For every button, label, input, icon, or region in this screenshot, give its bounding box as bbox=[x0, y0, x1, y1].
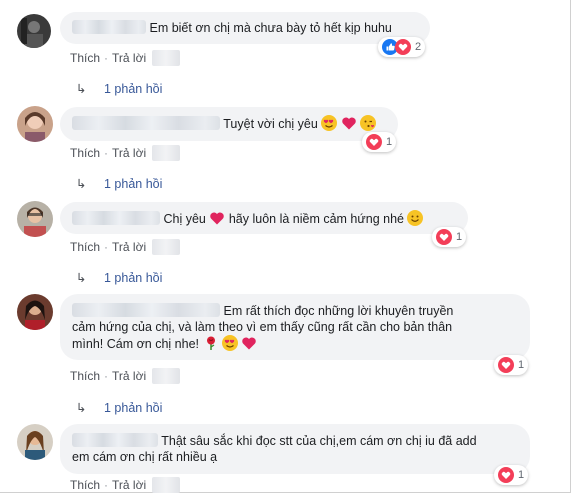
separator: · bbox=[104, 240, 109, 254]
reaction-summary[interactable]: 2 bbox=[378, 37, 426, 57]
reply-arrow-icon: ↳ bbox=[76, 401, 87, 415]
comment-bubble: Chị yêu hãy luôn là niềm cảm hứng nhé bbox=[60, 202, 468, 234]
reply-link[interactable]: Trả lời bbox=[112, 478, 146, 492]
reaction-summary[interactable]: 1 bbox=[362, 132, 397, 152]
comment-bubble: Em biết ơn chị mà chưa bày tỏ hết kịp hu… bbox=[60, 12, 430, 44]
comment-text-part-1: Chị yêu bbox=[163, 212, 206, 226]
comment-text: Tuyệt vời chị yêu bbox=[223, 117, 318, 131]
like-link[interactable]: Thích bbox=[70, 369, 100, 383]
comment-text-line-2: em cám ơn chị rất nhiều ạ bbox=[72, 450, 218, 464]
reply-link[interactable]: Trả lời bbox=[112, 369, 146, 383]
reply-arrow-icon: ↳ bbox=[76, 177, 87, 191]
separator: · bbox=[104, 369, 109, 383]
redacted-name[interactable] bbox=[72, 116, 220, 130]
separator: · bbox=[104, 146, 109, 160]
reply-link[interactable]: Trả lời bbox=[112, 240, 146, 254]
redacted-timestamp[interactable] bbox=[152, 50, 181, 66]
love-reaction-icon bbox=[395, 39, 411, 55]
heart-eyes-emoji-icon bbox=[321, 115, 338, 131]
comment-text-line-2: cảm hứng của chị, và làm theo vì em thấy… bbox=[72, 320, 453, 334]
love-reaction-icon bbox=[366, 134, 382, 150]
heart-eyes-emoji-icon bbox=[221, 335, 238, 351]
avatar[interactable] bbox=[17, 14, 51, 48]
comment-bubble: Tuyệt vời chị yêu bbox=[60, 107, 398, 141]
redacted-name[interactable] bbox=[72, 211, 160, 225]
comment-actions: Thích · Trả lời bbox=[70, 145, 181, 161]
redacted-timestamp[interactable] bbox=[152, 477, 181, 493]
comment-text-line-1: Thật sâu sắc khi đọc stt của chị,em cám … bbox=[161, 434, 477, 448]
redacted-name[interactable] bbox=[72, 303, 220, 317]
redacted-name[interactable] bbox=[72, 433, 158, 447]
comment-text-line-3: mình! Cám ơn chị nhe! bbox=[72, 337, 200, 351]
reaction-count: 2 bbox=[415, 41, 422, 53]
comment-line: mình! Cám ơn chị nhe! bbox=[72, 335, 518, 352]
comment-line: Em rất thích đọc những lời khuyên truyền bbox=[72, 303, 518, 319]
comment-actions: Thích · Trả lời bbox=[70, 239, 181, 255]
reaction-summary[interactable]: 1 bbox=[432, 227, 467, 247]
smiling-face-emoji-icon bbox=[407, 210, 424, 226]
avatar[interactable] bbox=[17, 201, 53, 237]
reaction-count: 1 bbox=[386, 136, 393, 148]
view-replies-link[interactable]: ↳ 1 phản hồi bbox=[76, 176, 162, 191]
separator: · bbox=[104, 51, 109, 65]
redacted-timestamp[interactable] bbox=[152, 239, 181, 255]
redacted-timestamp[interactable] bbox=[152, 368, 181, 384]
comment-text: Em biết ơn chị mà chưa bày tỏ hết kịp hu… bbox=[149, 21, 392, 35]
reaction-count: 1 bbox=[518, 469, 525, 481]
comment-text-part-2: hãy luôn là niềm cảm hứng nhé bbox=[228, 212, 404, 226]
love-reaction-icon bbox=[436, 229, 452, 245]
comment-bubble: Em rất thích đọc những lời khuyên truyền… bbox=[60, 294, 530, 360]
like-link[interactable]: Thích bbox=[70, 51, 100, 65]
reply-count: 1 phản hồi bbox=[104, 401, 163, 415]
separator: · bbox=[104, 478, 109, 492]
reply-arrow-icon: ↳ bbox=[76, 82, 87, 96]
comment-actions: Thích · Trả lời bbox=[70, 477, 181, 493]
reaction-count: 1 bbox=[518, 359, 525, 371]
red-heart-emoji-icon bbox=[342, 117, 356, 130]
love-reaction-icon bbox=[498, 467, 514, 483]
comment-actions: Thích · Trả lời bbox=[70, 50, 181, 66]
reply-count: 1 phản hồi bbox=[104, 271, 163, 285]
avatar[interactable] bbox=[17, 294, 53, 330]
view-replies-link[interactable]: ↳ 1 phản hồi bbox=[76, 81, 162, 96]
reaction-summary[interactable]: 1 bbox=[494, 465, 529, 485]
like-link[interactable]: Thích bbox=[70, 478, 100, 492]
avatar[interactable] bbox=[17, 424, 53, 460]
reply-count: 1 phản hồi bbox=[104, 82, 163, 96]
reaction-count: 1 bbox=[456, 231, 463, 243]
redacted-name[interactable] bbox=[72, 20, 146, 34]
kissing-face-emoji-icon bbox=[360, 115, 377, 131]
reaction-summary[interactable]: 1 bbox=[494, 355, 529, 375]
avatar[interactable] bbox=[17, 106, 53, 142]
like-link[interactable]: Thích bbox=[70, 146, 100, 160]
reply-arrow-icon: ↳ bbox=[76, 271, 87, 285]
red-heart-emoji-icon bbox=[242, 337, 257, 350]
reply-link[interactable]: Trả lời bbox=[112, 51, 146, 65]
like-link[interactable]: Thích bbox=[70, 240, 100, 254]
reply-link[interactable]: Trả lời bbox=[112, 146, 146, 160]
comment-text-line-1: Em rất thích đọc những lời khuyên truyền bbox=[223, 304, 454, 318]
comment-line: Thật sâu sắc khi đọc stt của chị,em cám … bbox=[72, 433, 518, 449]
comment-bubble: Thật sâu sắc khi đọc stt của chị,em cám … bbox=[60, 424, 530, 474]
reply-count: 1 phản hồi bbox=[104, 177, 163, 191]
red-heart-emoji-icon bbox=[210, 212, 225, 225]
love-reaction-icon bbox=[498, 357, 514, 373]
view-replies-link[interactable]: ↳ 1 phản hồi bbox=[76, 400, 162, 415]
comment-actions: Thích · Trả lời bbox=[70, 368, 181, 384]
rose-emoji-icon bbox=[206, 336, 215, 350]
view-replies-link[interactable]: ↳ 1 phản hồi bbox=[76, 270, 162, 285]
redacted-timestamp[interactable] bbox=[152, 145, 181, 161]
